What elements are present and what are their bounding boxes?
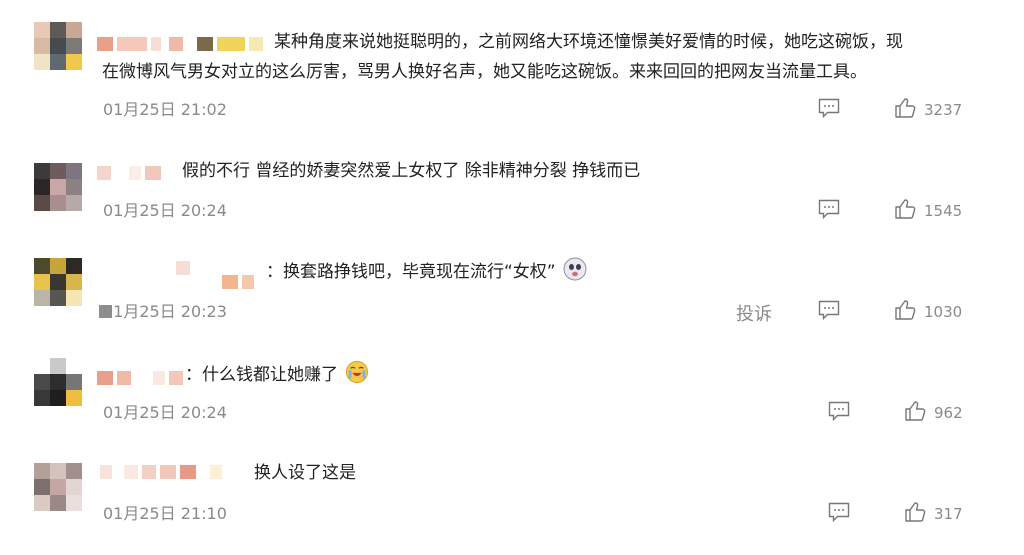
comment-text-line: 假的不行 曾经的娇妻突然爱上女权了 除非精神分裂 挣钱而已	[182, 161, 641, 181]
avatar[interactable]	[34, 22, 82, 70]
comment-text: 某种角度来说她挺聪明的，之前网络大环境还憧憬美好爱情的时候，她吃这碗饭，现	[274, 28, 903, 57]
comment-text-line: 换人设了这是	[254, 463, 356, 483]
avatar[interactable]	[34, 358, 82, 406]
avatar[interactable]	[34, 163, 82, 211]
reply-icon[interactable]	[818, 98, 840, 118]
username[interactable]	[100, 462, 222, 482]
thumbs-up-icon[interactable]	[904, 400, 926, 422]
comment-text-line: ：什么钱都让她赚了	[185, 365, 338, 385]
like-count: 962	[934, 404, 963, 422]
reply-icon[interactable]	[828, 502, 850, 522]
username[interactable]	[176, 258, 190, 278]
username[interactable]	[97, 368, 183, 388]
comment-text: 在微博风气男女对立的这么厉害，骂男人换好名声，她又能吃这碗饭。来来回回的把网友当…	[102, 58, 867, 87]
timestamp: 01月25日 20:23	[103, 302, 227, 321]
crying-emoji-icon	[346, 360, 369, 384]
thumbs-up-icon[interactable]	[894, 97, 916, 119]
comment-text-line: 某种角度来说她挺聪明的，之前网络大环境还憧憬美好爱情的时候，她吃这碗饭，现	[274, 32, 903, 52]
thumbs-up-icon[interactable]	[894, 299, 916, 321]
ghost-emoji-icon	[563, 257, 587, 281]
username[interactable]	[97, 163, 161, 183]
timestamp: 01月25日 21:10	[103, 504, 227, 523]
comment-text-line: 在微博风气男女对立的这么厉害，骂男人换好名声，她又能吃这碗饭。来来回回的把网友当…	[102, 62, 867, 82]
timestamp: 01月25日 20:24	[103, 403, 227, 422]
like-count: 3237	[924, 101, 963, 119]
comment-text: ：什么钱都让她赚了	[185, 360, 369, 390]
like-count: 1030	[924, 303, 963, 321]
avatar[interactable]	[34, 463, 82, 511]
avatar[interactable]	[34, 258, 82, 306]
like-count: 1545	[924, 202, 963, 220]
like-count: 317	[934, 505, 963, 523]
reply-icon[interactable]	[828, 401, 850, 421]
comment-text-line: ：换套路挣钱吧，毕竟现在流行“女权”	[266, 262, 556, 282]
timestamp: 01月25日 20:24	[103, 201, 227, 220]
comment-text: 假的不行 曾经的娇妻突然爱上女权了 除非精神分裂 挣钱而已	[182, 157, 640, 186]
thumbs-up-icon[interactable]	[894, 198, 916, 220]
timestamp: 01月25日 21:02	[103, 100, 227, 119]
reply-icon[interactable]	[818, 300, 840, 320]
comment-text: 换人设了这是	[254, 459, 356, 488]
reply-icon[interactable]	[818, 199, 840, 219]
username[interactable]	[97, 34, 263, 54]
report-button[interactable]: 投诉	[736, 300, 772, 326]
thumbs-up-icon[interactable]	[904, 501, 926, 523]
username[interactable]	[222, 272, 254, 292]
comment-text: ：换套路挣钱吧，毕竟现在流行“女权”	[266, 257, 587, 287]
